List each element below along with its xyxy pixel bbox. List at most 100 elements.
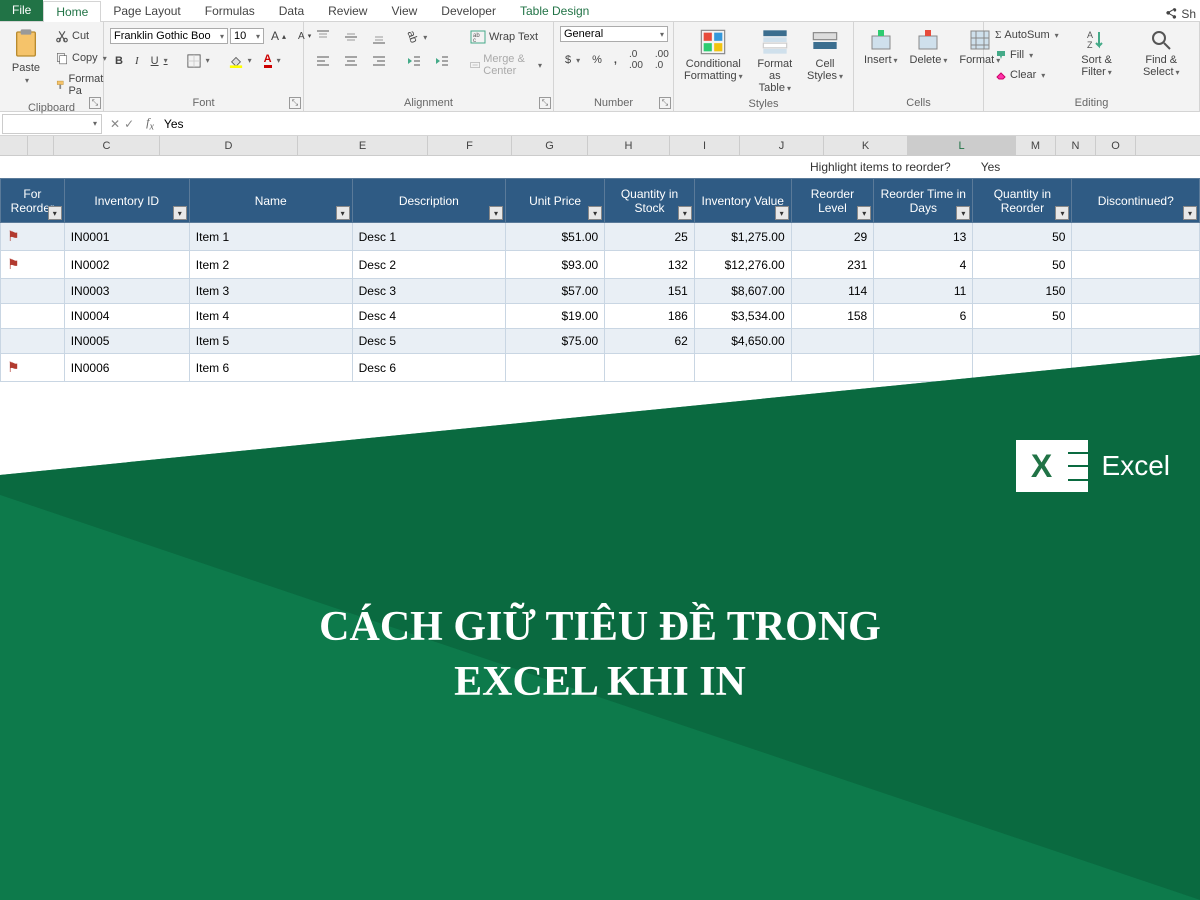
highlight-value[interactable]: Yes xyxy=(981,160,1001,174)
increase-decimal-button[interactable]: .0.00 xyxy=(624,46,648,74)
cell-description[interactable]: Desc 6 xyxy=(352,354,505,382)
column-header-E[interactable]: E xyxy=(298,136,428,155)
cell-reorder-flag[interactable]: ⚑ xyxy=(1,251,65,279)
column-header-G[interactable]: G xyxy=(512,136,588,155)
table-header[interactable]: Name▾ xyxy=(189,179,352,223)
cell-reorder-flag[interactable]: ⚑ xyxy=(1,223,65,251)
tab-formulas[interactable]: Formulas xyxy=(193,1,267,21)
cell-discontinued[interactable] xyxy=(1072,279,1200,304)
cell-unit-price[interactable]: $93.00 xyxy=(506,251,605,279)
filter-icon[interactable]: ▾ xyxy=(336,206,350,220)
column-header-L[interactable]: L xyxy=(908,136,1016,155)
comma-button[interactable]: , xyxy=(609,51,622,69)
table-header[interactable]: Inventory ID▾ xyxy=(64,179,189,223)
decrease-indent-button[interactable] xyxy=(401,50,427,72)
cell-name[interactable]: Item 5 xyxy=(189,329,352,354)
filter-icon[interactable]: ▾ xyxy=(489,206,503,220)
increase-font-button[interactable]: A▴ xyxy=(266,26,291,46)
number-format-combo[interactable]: General▾ xyxy=(560,26,668,42)
increase-indent-button[interactable] xyxy=(429,50,455,72)
font-size-combo[interactable]: 10▾ xyxy=(230,28,264,44)
cell-reorder-days[interactable]: 6 xyxy=(874,304,973,329)
table-row[interactable]: ⚑IN0002Item 2Desc 2$93.00132$12,276.0023… xyxy=(1,251,1200,279)
percent-button[interactable]: % xyxy=(587,51,607,69)
fill-button[interactable]: Fill▾ xyxy=(990,46,1064,64)
orientation-button[interactable]: ab▾ xyxy=(401,28,432,46)
cell-name[interactable]: Item 4 xyxy=(189,304,352,329)
cell-qty-stock[interactable]: 151 xyxy=(605,279,695,304)
align-left-button[interactable] xyxy=(310,50,336,72)
borders-button[interactable]: ▾ xyxy=(182,51,215,71)
cell-inventory-id[interactable]: IN0003 xyxy=(64,279,189,304)
align-bottom-button[interactable] xyxy=(366,26,392,48)
cell-inventory-id[interactable]: IN0004 xyxy=(64,304,189,329)
cell-inventory-value[interactable]: $4,650.00 xyxy=(694,329,791,354)
cell-discontinued[interactable] xyxy=(1072,304,1200,329)
cell-qty-reorder[interactable]: 50 xyxy=(973,304,1072,329)
cell-unit-price[interactable]: $57.00 xyxy=(506,279,605,304)
table-row[interactable]: ⚑IN0001Item 1Desc 1$51.0025$1,275.002913… xyxy=(1,223,1200,251)
cell-qty-reorder[interactable] xyxy=(973,329,1072,354)
cell-reorder-days[interactable]: 4 xyxy=(874,251,973,279)
filter-icon[interactable]: ▾ xyxy=(857,206,871,220)
cell-reorder-flag[interactable] xyxy=(1,329,65,354)
cell-reorder-days[interactable]: 13 xyxy=(874,223,973,251)
cell-reorder-flag[interactable]: ⚑ xyxy=(1,354,65,382)
align-middle-button[interactable] xyxy=(338,26,364,48)
cell-discontinued[interactable] xyxy=(1072,329,1200,354)
merge-center-button[interactable]: Merge & Center▾ xyxy=(465,50,547,80)
cell-qty-stock[interactable]: 62 xyxy=(605,329,695,354)
enter-formula-button[interactable]: ✓ xyxy=(124,117,134,131)
column-header-C[interactable]: C xyxy=(54,136,160,155)
cell-reorder-level[interactable]: 29 xyxy=(791,223,874,251)
cell-inventory-id[interactable]: IN0002 xyxy=(64,251,189,279)
cell-qty-stock[interactable]: 132 xyxy=(605,251,695,279)
clear-button[interactable]: Clear▾ xyxy=(990,66,1064,84)
table-row[interactable]: IN0003Item 3Desc 3$57.00151$8,607.001141… xyxy=(1,279,1200,304)
font-dialog-launcher[interactable]: ⤡ xyxy=(289,97,301,109)
align-right-button[interactable] xyxy=(366,50,392,72)
cell-inventory-value[interactable]: $12,276.00 xyxy=(694,251,791,279)
format-as-table-button[interactable]: Format as Table▾ xyxy=(751,26,799,96)
clipboard-dialog-launcher[interactable]: ⤡ xyxy=(89,97,101,109)
filter-icon[interactable]: ▾ xyxy=(775,206,789,220)
cell-inventory-value[interactable]: $3,534.00 xyxy=(694,304,791,329)
cell-reorder-flag[interactable] xyxy=(1,279,65,304)
column-header-J[interactable]: J xyxy=(740,136,824,155)
tab-home[interactable]: Home xyxy=(43,1,101,22)
column-header-M[interactable]: M xyxy=(1016,136,1056,155)
table-header[interactable]: Quantity in Reorder▾ xyxy=(973,179,1072,223)
cell-reorder-level[interactable]: 114 xyxy=(791,279,874,304)
table-header[interactable]: Reorder Level▾ xyxy=(791,179,874,223)
column-header-D[interactable]: D xyxy=(160,136,298,155)
column-header-K[interactable]: K xyxy=(824,136,908,155)
underline-button[interactable]: U▾ xyxy=(146,52,173,70)
cell-unit-price[interactable]: $19.00 xyxy=(506,304,605,329)
cell-name[interactable]: Item 6 xyxy=(189,354,352,382)
cell-reorder-days[interactable]: 11 xyxy=(874,279,973,304)
cell-reorder-level[interactable]: 231 xyxy=(791,251,874,279)
cell-reorder-days[interactable] xyxy=(874,329,973,354)
filter-icon[interactable]: ▾ xyxy=(173,206,187,220)
cell-inventory-id[interactable]: IN0001 xyxy=(64,223,189,251)
name-box[interactable]: ▾ xyxy=(2,114,102,134)
bold-button[interactable]: B xyxy=(110,52,128,70)
cell-qty-reorder[interactable]: 150 xyxy=(973,279,1072,304)
cell-discontinued[interactable] xyxy=(1072,354,1200,382)
column-header-N[interactable]: N xyxy=(1056,136,1096,155)
table-row[interactable]: ⚑IN0006Item 6Desc 6 xyxy=(1,354,1200,382)
fill-color-button[interactable]: ▾ xyxy=(224,51,257,71)
cell-inventory-value[interactable] xyxy=(694,354,791,382)
cell-qty-reorder[interactable]: 50 xyxy=(973,223,1072,251)
cell-reorder-level[interactable]: 158 xyxy=(791,304,874,329)
filter-icon[interactable]: ▾ xyxy=(956,206,970,220)
table-header[interactable]: Unit Price▾ xyxy=(506,179,605,223)
cell-styles-button[interactable]: Cell Styles▾ xyxy=(803,26,847,84)
cell-name[interactable]: Item 3 xyxy=(189,279,352,304)
worksheet[interactable]: Highlight items to reorder? Yes For Reor… xyxy=(0,156,1200,382)
tab-file[interactable]: File xyxy=(0,0,43,21)
cell-description[interactable]: Desc 2 xyxy=(352,251,505,279)
paste-button[interactable]: Paste▾ xyxy=(6,26,46,87)
cut-button[interactable]: Cut xyxy=(50,26,112,46)
table-header[interactable]: Description▾ xyxy=(352,179,505,223)
